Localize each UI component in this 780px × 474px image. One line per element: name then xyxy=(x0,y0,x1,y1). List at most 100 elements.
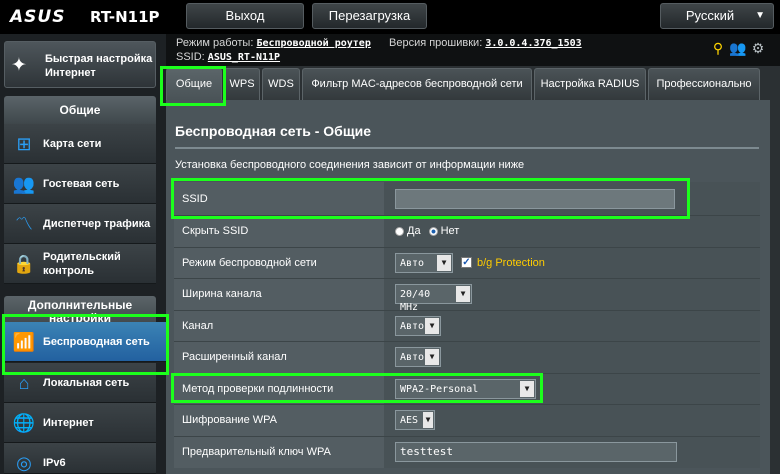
sidebar-item-network-map[interactable]: ⊞ Карта сети xyxy=(4,124,156,164)
hide-ssid-label: Скрыть SSID xyxy=(174,216,384,247)
clients-icon[interactable]: 👥 xyxy=(728,40,748,57)
bg-protection-checkbox[interactable]: ✓ xyxy=(461,257,472,269)
ssid-info-label: SSID: xyxy=(176,51,205,63)
chevron-down-icon: ▼ xyxy=(520,380,534,397)
wireless-mode-row: Режим беспроводной сети Авто ▼ ✓ b/g Pro… xyxy=(174,247,760,279)
quick-setup-label: Быстрая настройка Интернет xyxy=(45,53,153,79)
auth-method-label: Метод проверки подлинности xyxy=(174,373,384,404)
globe-icon: 🌐 xyxy=(12,413,36,433)
tab-wps[interactable]: WPS xyxy=(224,68,260,100)
extension-channel-row: Расширенный канал Авто ▼ xyxy=(174,342,760,374)
extension-channel-label: Расширенный канал xyxy=(174,342,384,373)
language-value: Русский xyxy=(685,8,735,23)
share-icon[interactable]: ⚙ xyxy=(748,40,768,57)
ssid-info: SSID: ASUS_RT-N11P xyxy=(176,51,280,63)
hide-ssid-yes-radio[interactable] xyxy=(395,226,404,236)
reboot-button[interactable]: Перезагрузка xyxy=(312,3,427,29)
wpa-encryption-label: Шифрование WPA xyxy=(174,405,384,436)
sidebar-item-label: IPv6 xyxy=(43,457,66,469)
bg-protection-label[interactable]: b/g Protection xyxy=(477,257,545,269)
sidebar-item-traffic-manager[interactable]: 〽 Диспетчер трафика xyxy=(4,204,156,244)
extension-channel-select[interactable]: Авто ▼ xyxy=(395,347,441,368)
channel-width-label: Ширина канала xyxy=(174,279,384,310)
ssid-row: SSID xyxy=(174,182,760,216)
sidebar-item-label: Беспроводная сеть xyxy=(43,336,150,348)
title-divider xyxy=(175,147,759,149)
sidebar-item-label: Родительский контроль xyxy=(43,251,121,277)
wpa-encryption-select[interactable]: AES ▼ xyxy=(395,410,435,431)
sidebar-item-parental-control[interactable]: 🔒 Родительский контроль xyxy=(4,244,156,284)
firmware-version: Версия прошивки: 3.0.0.4.376_1503 xyxy=(389,37,582,49)
extension-channel-value: Авто xyxy=(400,352,425,364)
page-title: Беспроводная сеть - Общие xyxy=(175,123,372,139)
top-bar: ASUS RT-N11P Выход Перезагрузка Русский … xyxy=(0,0,780,34)
chevron-down-icon: ▼ xyxy=(423,412,433,429)
chevron-down-icon: ▼ xyxy=(456,286,470,303)
guest-network-icon: 👥 xyxy=(12,174,36,194)
wpa-psk-label: Предварительный ключ WPA xyxy=(174,436,384,468)
logout-button[interactable]: Выход xyxy=(186,3,304,29)
quick-internet-setup-button[interactable]: ✦ Быстрая настройка Интернет xyxy=(4,41,156,88)
router-model: RT-N11P xyxy=(90,8,160,26)
hide-ssid-row: Скрыть SSID Да Нет xyxy=(174,216,760,248)
home-icon: ⌂ xyxy=(18,373,30,393)
sidebar-item-label: Карта сети xyxy=(43,138,102,150)
operation-mode-label: Режим работы: xyxy=(176,37,254,49)
ssid-label: SSID xyxy=(174,182,384,215)
sidebar-item-wireless[interactable]: 📶 Беспроводная сеть xyxy=(4,322,178,362)
traffic-manager-icon: 〽 xyxy=(15,214,33,234)
tab-general[interactable]: Общие xyxy=(166,68,222,100)
ssid-input[interactable] xyxy=(395,188,675,209)
channel-width-row: Ширина канала 20/40 MHz ▼ xyxy=(174,279,760,313)
asus-logo[interactable]: ASUS xyxy=(10,7,65,27)
auth-method-select[interactable]: WPA2-Personal ▼ xyxy=(395,378,536,399)
sidebar-item-label: Диспетчер трафика xyxy=(43,218,151,230)
channel-select[interactable]: Авто ▼ xyxy=(395,315,441,336)
chevron-down-icon: ▼ xyxy=(425,349,439,366)
wpa-psk-input[interactable]: testtest xyxy=(395,442,677,463)
language-select[interactable]: Русский ▼ xyxy=(660,3,774,29)
network-map-icon: ⊞ xyxy=(16,134,32,154)
general-section-header: Общие xyxy=(4,96,156,124)
sidebar-item-internet[interactable]: 🌐 Интернет xyxy=(4,403,156,443)
auth-method-value: WPA2-Personal xyxy=(400,383,479,395)
status-icons: ⚲ 👥 ⚙ xyxy=(708,40,768,58)
sidebar-item-lan[interactable]: ⌂ Локальная сеть xyxy=(4,363,156,403)
wireless-mode-label: Режим беспроводной сети xyxy=(174,247,384,278)
tab-mac-filter[interactable]: Фильтр MAC-адресов беспроводной сети xyxy=(302,68,532,100)
wpa-psk-row: Предварительный ключ WPA testtest xyxy=(174,436,760,468)
tab-radius[interactable]: Настройка RADIUS xyxy=(534,68,646,100)
ipv6-icon: ◎ xyxy=(16,453,32,473)
page-description: Установка беспроводного соединения завис… xyxy=(175,159,525,171)
sidebar-item-label: Интернет xyxy=(43,417,94,429)
chevron-down-icon: ▼ xyxy=(755,10,765,21)
auth-method-row: Метод проверки подлинности WPA2-Personal… xyxy=(174,373,760,405)
hide-ssid-no-label[interactable]: Нет xyxy=(441,225,460,237)
usb-icon[interactable]: ⚲ xyxy=(708,40,728,57)
wireless-settings-form: SSID Скрыть SSID Да Нет Режим беспроводн… xyxy=(174,182,760,468)
firmware-link[interactable]: 3.0.0.4.376_1503 xyxy=(485,38,581,49)
channel-row: Канал Авто ▼ xyxy=(174,310,760,342)
sidebar-item-guest-network[interactable]: 👥 Гостевая сеть xyxy=(4,164,156,204)
sidebar-item-label: Гостевая сеть xyxy=(43,178,120,190)
channel-width-select[interactable]: 20/40 MHz ▼ xyxy=(395,284,472,313)
chevron-down-icon: ▼ xyxy=(437,254,451,271)
firmware-label: Версия прошивки: xyxy=(389,37,483,49)
chevron-down-icon: ▼ xyxy=(425,317,439,334)
parental-control-icon: 🔒 xyxy=(12,254,36,274)
tab-wds[interactable]: WDS xyxy=(262,68,300,100)
ssid-info-link[interactable]: ASUS_RT-N11P xyxy=(208,52,280,63)
sidebar-item-ipv6[interactable]: ◎ IPv6 xyxy=(4,443,156,474)
wpa-encryption-value: AES xyxy=(400,415,419,427)
hide-ssid-yes-label[interactable]: Да xyxy=(407,225,421,237)
wireless-mode-select[interactable]: Авто ▼ xyxy=(395,252,453,273)
operation-mode-link[interactable]: Беспроводной роутер xyxy=(256,38,370,49)
magic-wand-icon: ✦ xyxy=(11,55,27,76)
channel-value: Авто xyxy=(400,320,425,332)
sidebar-item-label: Локальная сеть xyxy=(43,377,130,389)
hide-ssid-no-radio[interactable] xyxy=(428,226,438,236)
operation-mode: Режим работы: Беспроводной роутер xyxy=(176,37,371,49)
wireless-mode-value: Авто xyxy=(400,257,425,269)
channel-label: Канал xyxy=(174,310,384,341)
tab-professional[interactable]: Профессионально xyxy=(648,68,760,100)
